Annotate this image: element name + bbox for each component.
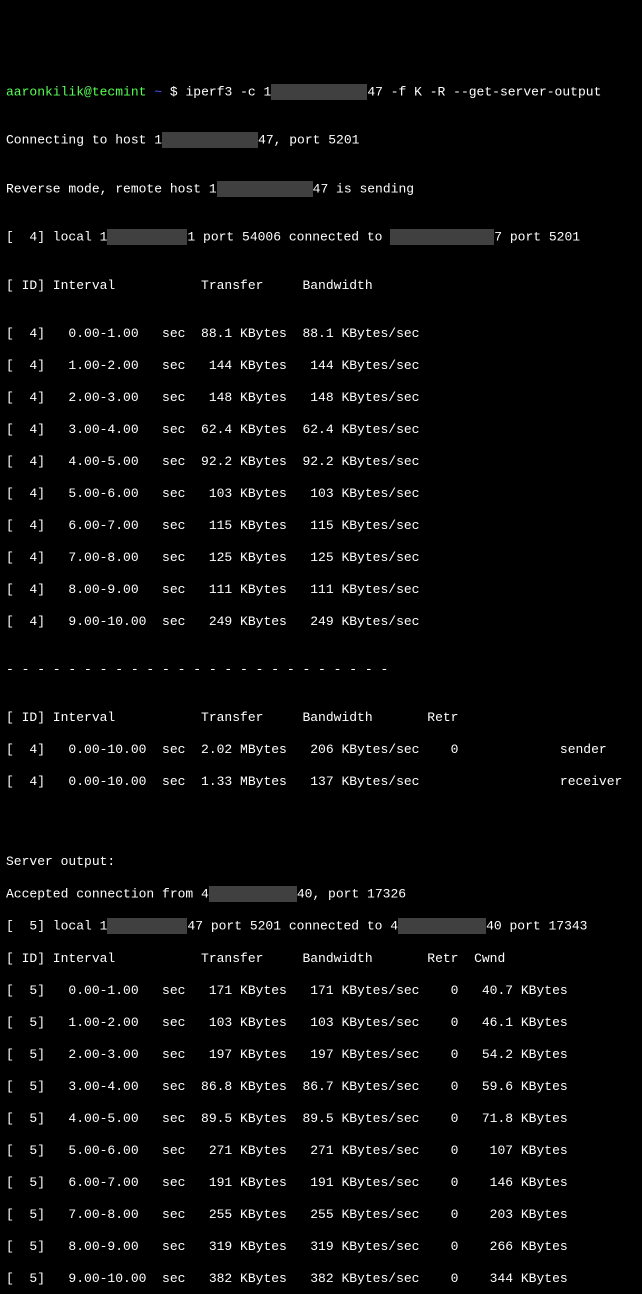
separator: - - - - - - - - - - - - - - - - - - - - … xyxy=(6,662,636,678)
at-symbol: @ xyxy=(84,84,92,99)
table-row: [ 5] 8.00-9.00 sec 319 KBytes 319 KBytes… xyxy=(6,1239,636,1255)
accept-suffix: 40, port 17326 xyxy=(297,886,406,901)
redacted-ip: x xyxy=(398,918,486,934)
table-row: [ 4] 9.00-10.00 sec 249 KBytes 249 KByte… xyxy=(6,614,636,630)
prompt-host: tecmint xyxy=(92,84,147,99)
table-row: [ 4] 6.00-7.00 sec 115 KBytes 115 KBytes… xyxy=(6,518,636,534)
client-table-header: [ ID] Interval Transfer Bandwidth xyxy=(6,278,636,294)
redacted-ip: x xyxy=(162,132,258,148)
prompt-user: aaronkilik xyxy=(6,84,84,99)
port-text: 7 port 5201 xyxy=(494,230,580,245)
table-row: [ 4] 2.00-3.00 sec 148 KBytes 148 KBytes… xyxy=(6,390,636,406)
reverse-mode-line: Reverse mode, remote host 1x47 is sendin… xyxy=(6,181,636,197)
table-row: [ 4] 1.00-2.00 sec 144 KBytes 144 KBytes… xyxy=(6,358,636,374)
redacted-ip: x xyxy=(107,918,187,934)
redacted-ip: x xyxy=(217,181,313,197)
redacted-ip: x xyxy=(271,84,367,100)
blank-line xyxy=(6,806,636,822)
redacted-ip: x xyxy=(390,229,494,245)
reverse-text: Reverse mode, remote host 1 xyxy=(6,181,217,196)
table-row: [ 4] 5.00-6.00 sec 103 KBytes 103 KBytes… xyxy=(6,486,636,502)
table-row: [ 4] 4.00-5.00 sec 92.2 KBytes 92.2 KByt… xyxy=(6,454,636,470)
server-connected-text: 47 port 5201 connected to 4 xyxy=(187,919,398,934)
local-text: [ 4] local 1 xyxy=(6,230,107,245)
prompt-line-1[interactable]: aaronkilik@tecmint ~ $ iperf3 -c 1x47 -f… xyxy=(6,84,636,100)
table-row: [ 4] 3.00-4.00 sec 62.4 KBytes 62.4 KByt… xyxy=(6,422,636,438)
local-connected-line: [ 4] local 1x1 port 54006 connected to x… xyxy=(6,229,636,245)
redacted-ip: x xyxy=(107,229,187,245)
connecting-text: Connecting to host 1 xyxy=(6,133,162,148)
table-row: [ 4] 0.00-1.00 sec 88.1 KBytes 88.1 KByt… xyxy=(6,326,636,342)
prompt-symbol: $ xyxy=(170,84,178,99)
accept-text: Accepted connection from 4 xyxy=(6,886,209,901)
server-accept-line: Accepted connection from 4x40, port 1732… xyxy=(6,886,636,902)
redacted-ip: x xyxy=(209,886,297,902)
table-row: [ 4] 7.00-8.00 sec 125 KBytes 125 KBytes… xyxy=(6,550,636,566)
table-row: [ 4] 8.00-9.00 sec 111 KBytes 111 KBytes… xyxy=(6,582,636,598)
client-summary-header: [ ID] Interval Transfer Bandwidth Retr xyxy=(6,710,636,726)
connecting-suffix: 47, port 5201 xyxy=(258,133,359,148)
table-row: [ 5] 4.00-5.00 sec 89.5 KBytes 89.5 KByt… xyxy=(6,1111,636,1127)
command-prefix: iperf3 -c 1 xyxy=(186,84,272,99)
table-row: [ 5] 0.00-1.00 sec 171 KBytes 171 KBytes… xyxy=(6,983,636,999)
prompt-path: ~ xyxy=(154,84,162,99)
table-row: [ 5] 9.00-10.00 sec 382 KBytes 382 KByte… xyxy=(6,1271,636,1287)
connected-text: 1 port 54006 connected to xyxy=(187,230,390,245)
table-row: [ 5] 2.00-3.00 sec 197 KBytes 197 KBytes… xyxy=(6,1047,636,1063)
table-row: [ 5] 7.00-8.00 sec 255 KBytes 255 KBytes… xyxy=(6,1207,636,1223)
reverse-suffix: 47 is sending xyxy=(313,181,414,196)
server-table-header: [ ID] Interval Transfer Bandwidth Retr C… xyxy=(6,951,636,967)
summary-row: [ 4] 0.00-10.00 sec 1.33 MBytes 137 KByt… xyxy=(6,774,636,790)
summary-row: [ 4] 0.00-10.00 sec 2.02 MBytes 206 KByt… xyxy=(6,742,636,758)
command-suffix: 47 -f K -R --get-server-output xyxy=(367,84,601,99)
table-row: [ 5] 3.00-4.00 sec 86.8 KBytes 86.7 KByt… xyxy=(6,1079,636,1095)
server-local-text: [ 5] local 1 xyxy=(6,919,107,934)
server-output-label: Server output: xyxy=(6,854,636,870)
table-row: [ 5] 5.00-6.00 sec 271 KBytes 271 KBytes… xyxy=(6,1143,636,1159)
server-port-text: 40 port 17343 xyxy=(486,919,587,934)
table-row: [ 5] 1.00-2.00 sec 103 KBytes 103 KBytes… xyxy=(6,1015,636,1031)
connecting-line: Connecting to host 1x47, port 5201 xyxy=(6,132,636,148)
server-connected-line: [ 5] local 1x47 port 5201 connected to 4… xyxy=(6,918,636,934)
table-row: [ 5] 6.00-7.00 sec 191 KBytes 191 KBytes… xyxy=(6,1175,636,1191)
